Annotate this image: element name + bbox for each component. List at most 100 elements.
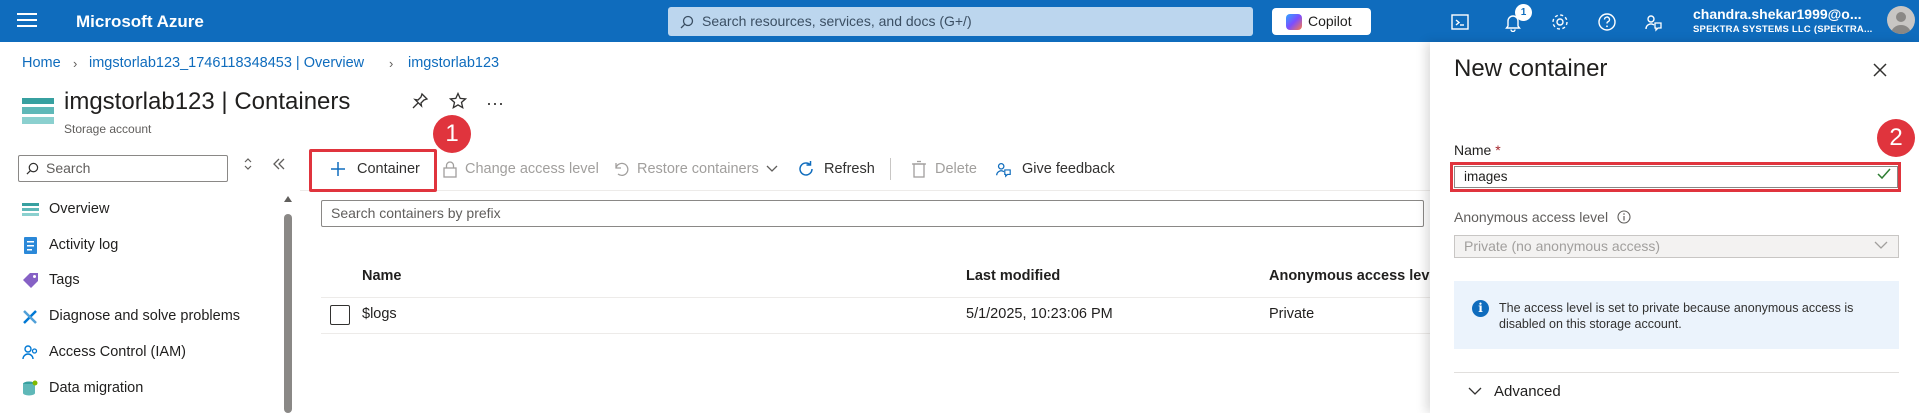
panel-divider [1454, 372, 1899, 373]
info-icon: i [1472, 300, 1489, 317]
delete-label: Delete [935, 161, 977, 177]
toolbar-divider [300, 190, 1430, 191]
global-search-input[interactable]: Search resources, services, and docs (G+… [668, 7, 1253, 36]
sidebar-item-iam[interactable]: Access Control (IAM) [22, 339, 287, 365]
new-container-panel [1430, 42, 1919, 413]
sidebar-item-overview[interactable]: Overview [22, 196, 287, 222]
info-circle-icon[interactable] [1617, 210, 1631, 224]
breadcrumb-separator-icon: › [389, 56, 394, 71]
column-header-last-modified[interactable]: Last modified [966, 268, 1060, 284]
sidebar-item-label: Data migration [49, 380, 144, 396]
delete-button[interactable]: Delete [910, 158, 980, 180]
change-access-level-button[interactable]: Change access level [441, 158, 599, 180]
column-header-name[interactable]: Name [362, 268, 402, 284]
cloud-shell-icon[interactable] [1450, 12, 1470, 32]
breadcrumb-account[interactable]: imgstorlab123 [408, 55, 499, 71]
column-header-access-level[interactable]: Anonymous access level [1269, 268, 1441, 284]
annotation-marker-1: 1 [433, 115, 471, 153]
menu-icon[interactable] [17, 13, 37, 29]
sidebar-item-label: Overview [49, 201, 110, 217]
favorite-star-icon[interactable] [447, 91, 469, 114]
feedback-icon [996, 162, 1011, 178]
search-icon [680, 15, 694, 29]
name-field-label: Name * [1454, 142, 1501, 158]
change-access-level-label: Change access level [465, 161, 599, 177]
restore-containers-label: Restore containers [637, 161, 759, 177]
annotation-highlight-container-button [309, 149, 437, 192]
page-subtitle: Storage account [64, 122, 152, 136]
diagnose-icon [23, 310, 37, 324]
account-info[interactable]: chandra.shekar1999@o... SPEKTRA SYSTEMS … [1693, 6, 1888, 35]
info-message-text: The access level is set to private becau… [1499, 301, 1854, 331]
sidebar-scrollbar[interactable] [284, 214, 292, 413]
trash-icon [912, 160, 926, 178]
table-cell-modified: 5/1/2025, 10:23:06 PM [966, 306, 1113, 322]
table-divider [321, 333, 1431, 334]
sidebar-item-tags[interactable]: Tags [22, 267, 287, 293]
table-divider [321, 297, 1431, 298]
sidebar-item-label: Diagnose and solve problems [49, 308, 241, 324]
give-feedback-label: Give feedback [1022, 161, 1115, 177]
scroll-up-arrow-icon[interactable] [284, 196, 292, 202]
copilot-label: Copilot [1308, 13, 1352, 29]
restore-icon [615, 162, 629, 177]
name-label-text: Name [1454, 142, 1492, 158]
panel-title: New container [1454, 55, 1608, 82]
brand-title[interactable]: Microsoft Azure [76, 12, 204, 32]
breadcrumb-home[interactable]: Home [22, 55, 61, 71]
account-org: SPEKTRA SYSTEMS LLC (SPEKTRA... [1693, 24, 1873, 35]
overview-icon [22, 203, 39, 216]
give-feedback-button[interactable]: Give feedback [994, 158, 1115, 180]
top-bar: Microsoft Azure Search resources, servic… [0, 0, 1919, 42]
access-level-label: Anonymous access level [1454, 209, 1609, 225]
sidebar-item-activity-log[interactable]: Activity log [22, 232, 287, 258]
user-avatar-icon [1891, 12, 1911, 34]
restore-containers-button[interactable]: Restore containers [612, 158, 782, 180]
collapse-sidebar-icon[interactable] [272, 157, 286, 176]
chevron-down-icon [766, 165, 778, 172]
sidebar-item-label: Tags [49, 272, 80, 288]
help-icon[interactable] [1597, 12, 1617, 32]
close-icon[interactable] [1868, 58, 1892, 82]
advanced-label: Advanced [1494, 383, 1561, 400]
tag-icon [23, 273, 38, 288]
data-migration-icon [23, 380, 38, 396]
container-prefix-search-input[interactable]: Search containers by prefix [321, 200, 1424, 227]
sidebar-item-data-migration[interactable]: Data migration [22, 375, 287, 401]
refresh-label: Refresh [824, 161, 875, 177]
notification-badge: 1 [1515, 4, 1532, 21]
table-cell-access: Private [1269, 306, 1315, 322]
access-level-value: Private (no anonymous access) [1464, 238, 1661, 254]
sidebar-item-label: Access Control (IAM) [49, 344, 186, 360]
annotation-highlight-name-input [1450, 162, 1901, 192]
more-options-icon[interactable]: ··· [484, 92, 506, 114]
refresh-button[interactable]: Refresh [797, 158, 877, 180]
toolbar-divider [890, 158, 891, 180]
settings-icon[interactable] [1550, 12, 1570, 32]
refresh-icon [799, 161, 813, 176]
chevron-down-icon [1468, 387, 1482, 395]
copilot-icon [1286, 14, 1302, 30]
pin-icon[interactable] [409, 92, 431, 114]
global-search-placeholder: Search resources, services, and docs (G+… [702, 13, 972, 29]
copilot-button[interactable]: Copilot [1272, 8, 1371, 35]
sidebar-item-diagnose[interactable]: Diagnose and solve problems [22, 303, 287, 329]
feedback-icon[interactable] [1643, 12, 1663, 32]
row-checkbox[interactable] [330, 305, 350, 325]
sort-icon[interactable] [243, 157, 253, 176]
lock-icon [443, 161, 457, 178]
avatar[interactable] [1887, 6, 1915, 34]
table-cell-name[interactable]: $logs [362, 306, 397, 322]
access-level-select[interactable]: Private (no anonymous access) [1454, 235, 1899, 258]
required-mark: * [1495, 142, 1501, 158]
breadcrumb-overview[interactable]: imgstorlab123_1746118348453 | Overview [89, 55, 364, 71]
sidebar-item-label: Activity log [49, 237, 119, 253]
chevron-down-icon [1874, 241, 1888, 249]
account-user: chandra.shekar1999@o... [1693, 6, 1862, 22]
info-message-box: i The access level is set to private bec… [1454, 281, 1899, 349]
breadcrumb-separator-icon: › [73, 56, 78, 71]
page-title: imgstorlab123 | Containers [64, 88, 351, 115]
sidebar-search-input[interactable]: Search [18, 155, 228, 182]
activity-log-icon [24, 237, 37, 254]
storage-account-icon [22, 98, 54, 124]
